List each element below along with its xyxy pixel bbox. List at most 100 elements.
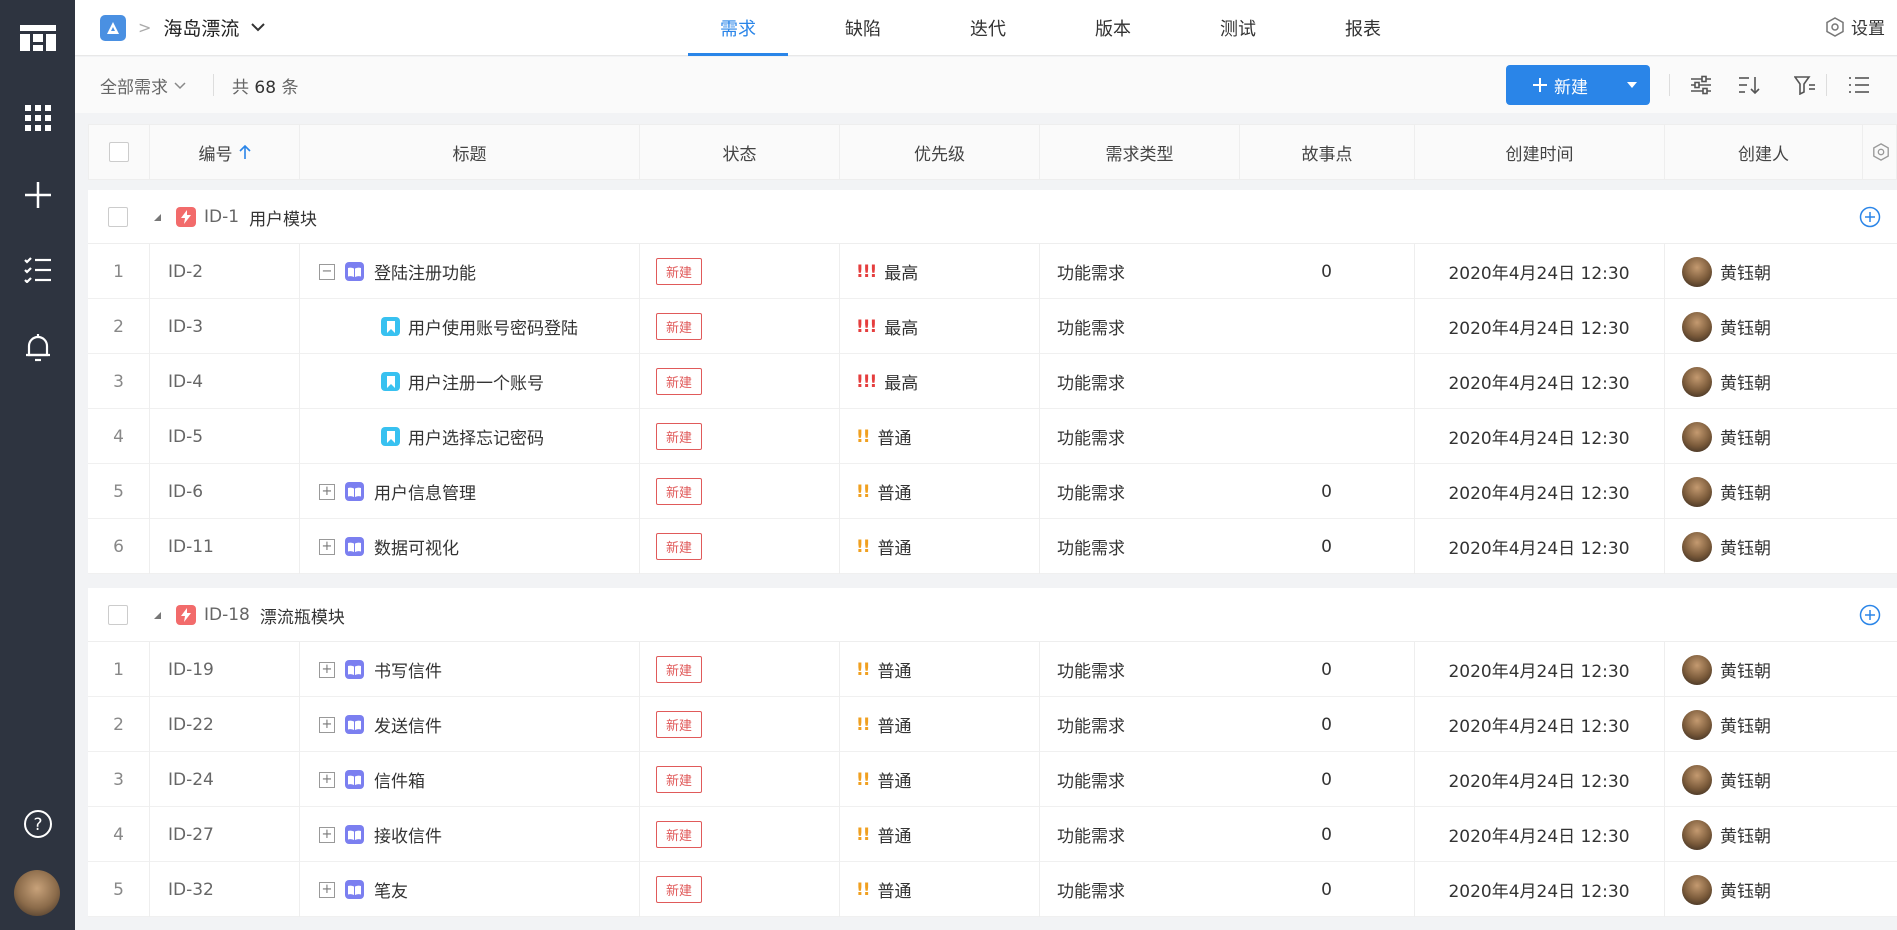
type-cell[interactable]: 功能需求 bbox=[1057, 244, 1237, 299]
item-id[interactable]: ID-24 bbox=[168, 752, 298, 807]
type-cell[interactable]: 功能需求 bbox=[1057, 519, 1237, 574]
new-item-button[interactable]: 新建 bbox=[1506, 65, 1650, 105]
story-points-cell[interactable]: 0 bbox=[1239, 642, 1414, 697]
group-checkbox[interactable] bbox=[108, 605, 128, 625]
item-id[interactable]: ID-19 bbox=[168, 642, 298, 697]
task-list-icon[interactable] bbox=[0, 240, 75, 300]
column-settings-icon[interactable] bbox=[1863, 125, 1897, 179]
header-title[interactable]: 标题 bbox=[300, 125, 640, 179]
add-child-icon[interactable] bbox=[1859, 588, 1881, 642]
type-cell[interactable]: 功能需求 bbox=[1057, 642, 1237, 697]
creator-cell[interactable]: 黄钰朝 bbox=[1682, 354, 1862, 409]
table-row[interactable]: 5 ID-32 + 笔友 新建!! 普通 功能需求 0 2020年4月24日 12:30 黄钰朝 bbox=[88, 862, 1897, 917]
creator-cell[interactable]: 黄钰朝 bbox=[1682, 244, 1862, 299]
table-row[interactable]: 3 ID-4 用户注册一个账号 新建!!! 最高 功能需求 2020年4月24日 12:30… bbox=[88, 354, 1897, 409]
type-cell[interactable]: 功能需求 bbox=[1057, 354, 1237, 409]
tab-requirements[interactable]: 需求 bbox=[688, 0, 788, 56]
new-item-main[interactable]: 新建 bbox=[1506, 73, 1614, 98]
priority-cell[interactable]: !!! 最高 bbox=[856, 299, 1036, 354]
priority-cell[interactable]: !! 普通 bbox=[856, 642, 1036, 697]
priority-cell[interactable]: !! 普通 bbox=[856, 862, 1036, 917]
creator-cell[interactable]: 黄钰朝 bbox=[1682, 519, 1862, 574]
item-id[interactable]: ID-27 bbox=[168, 807, 298, 862]
priority-cell[interactable]: !! 普通 bbox=[856, 752, 1036, 807]
header-points[interactable]: 故事点 bbox=[1240, 125, 1415, 179]
header-type[interactable]: 需求类型 bbox=[1040, 125, 1240, 179]
tab-reports[interactable]: 报表 bbox=[1313, 0, 1413, 56]
status-cell[interactable]: 新建 bbox=[656, 807, 836, 862]
priority-cell[interactable]: !!! 最高 bbox=[856, 354, 1036, 409]
header-created[interactable]: 创建时间 bbox=[1415, 125, 1665, 179]
status-cell[interactable]: 新建 bbox=[656, 409, 836, 464]
status-cell[interactable]: 新建 bbox=[656, 642, 836, 697]
title-cell[interactable]: + 书写信件 bbox=[319, 642, 639, 697]
title-cell[interactable]: 用户选择忘记密码 bbox=[319, 409, 639, 464]
group-title[interactable]: ID-18 漂流瓶模块 bbox=[176, 588, 345, 642]
priority-cell[interactable]: !! 普通 bbox=[856, 464, 1036, 519]
table-row[interactable]: 4 ID-27 + 接收信件 新建!! 普通 功能需求 0 2020年4月24日 12:30 黄钰… bbox=[88, 807, 1897, 862]
select-all-checkbox[interactable] bbox=[109, 142, 129, 162]
title-cell[interactable]: + 信件箱 bbox=[319, 752, 639, 807]
collapse-icon[interactable]: − bbox=[319, 263, 335, 280]
creator-cell[interactable]: 黄钰朝 bbox=[1682, 752, 1862, 807]
item-id[interactable]: ID-2 bbox=[168, 244, 298, 299]
creator-cell[interactable]: 黄钰朝 bbox=[1682, 642, 1862, 697]
table-row[interactable]: 2 ID-3 用户使用账号密码登陆 新建!!! 最高 功能需求 2020年4月24日 12:… bbox=[88, 299, 1897, 354]
view-filter-dropdown[interactable]: 全部需求 bbox=[100, 73, 186, 98]
priority-cell[interactable]: !! 普通 bbox=[856, 807, 1036, 862]
type-cell[interactable]: 功能需求 bbox=[1057, 862, 1237, 917]
title-cell[interactable]: + 接收信件 bbox=[319, 807, 639, 862]
story-points-cell[interactable] bbox=[1239, 354, 1414, 409]
type-cell[interactable]: 功能需求 bbox=[1057, 697, 1237, 752]
table-row[interactable]: 3 ID-24 + 信件箱 新建!! 普通 功能需求 0 2020年4月24日 12:30 黄钰朝 bbox=[88, 752, 1897, 807]
status-cell[interactable]: 新建 bbox=[656, 464, 836, 519]
settings-button[interactable]: 设置 bbox=[1825, 14, 1885, 39]
table-row[interactable]: 4 ID-5 用户选择忘记密码 新建!! 普通 功能需求 2020年4月24日 12:30 黄… bbox=[88, 409, 1897, 464]
story-points-cell[interactable]: 0 bbox=[1239, 752, 1414, 807]
collapse-triangle-icon[interactable] bbox=[152, 588, 162, 642]
status-cell[interactable]: 新建 bbox=[656, 519, 836, 574]
item-id[interactable]: ID-4 bbox=[168, 354, 298, 409]
expand-icon[interactable]: + bbox=[319, 483, 335, 500]
priority-cell[interactable]: !! 普通 bbox=[856, 409, 1036, 464]
story-points-cell[interactable] bbox=[1239, 299, 1414, 354]
creator-cell[interactable]: 黄钰朝 bbox=[1682, 299, 1862, 354]
item-id[interactable]: ID-11 bbox=[168, 519, 298, 574]
sort-icon[interactable] bbox=[1735, 71, 1763, 99]
type-cell[interactable]: 功能需求 bbox=[1057, 464, 1237, 519]
header-creator[interactable]: 创建人 bbox=[1665, 125, 1863, 179]
expand-icon[interactable]: + bbox=[319, 771, 335, 788]
tab-defects[interactable]: 缺陷 bbox=[813, 0, 913, 56]
header-id[interactable]: 编号 bbox=[150, 125, 300, 179]
creator-cell[interactable]: 黄钰朝 bbox=[1682, 862, 1862, 917]
expand-icon[interactable]: + bbox=[319, 826, 335, 843]
creator-cell[interactable]: 黄钰朝 bbox=[1682, 697, 1862, 752]
status-cell[interactable]: 新建 bbox=[656, 354, 836, 409]
tab-iterations[interactable]: 迭代 bbox=[938, 0, 1038, 56]
type-cell[interactable]: 功能需求 bbox=[1057, 299, 1237, 354]
user-avatar[interactable] bbox=[14, 870, 60, 916]
add-icon[interactable] bbox=[0, 165, 75, 225]
expand-icon[interactable]: + bbox=[319, 716, 335, 733]
workspace-logo-icon[interactable] bbox=[0, 8, 75, 68]
title-cell[interactable]: + 发送信件 bbox=[319, 697, 639, 752]
type-cell[interactable]: 功能需求 bbox=[1057, 409, 1237, 464]
header-status[interactable]: 状态 bbox=[640, 125, 840, 179]
creator-cell[interactable]: 黄钰朝 bbox=[1682, 464, 1862, 519]
item-id[interactable]: ID-22 bbox=[168, 697, 298, 752]
tab-testing[interactable]: 测试 bbox=[1188, 0, 1288, 56]
expand-icon[interactable]: + bbox=[319, 538, 335, 555]
table-row[interactable]: 5 ID-6 + 用户信息管理 新建!! 普通 功能需求 0 2020年4月24日 12:30 黄… bbox=[88, 464, 1897, 519]
status-cell[interactable]: 新建 bbox=[656, 299, 836, 354]
title-cell[interactable]: 用户使用账号密码登陆 bbox=[319, 299, 639, 354]
status-cell[interactable]: 新建 bbox=[656, 244, 836, 299]
help-icon[interactable]: ? bbox=[0, 794, 75, 854]
type-cell[interactable]: 功能需求 bbox=[1057, 752, 1237, 807]
item-id[interactable]: ID-32 bbox=[168, 862, 298, 917]
table-row[interactable]: 1 ID-2 − 登陆注册功能 新建!!! 最高 功能需求 0 2020年4月24日 12:30… bbox=[88, 244, 1897, 299]
story-points-cell[interactable]: 0 bbox=[1239, 244, 1414, 299]
story-points-cell[interactable]: 0 bbox=[1239, 807, 1414, 862]
filter-icon[interactable] bbox=[1791, 71, 1819, 99]
priority-cell[interactable]: !! 普通 bbox=[856, 519, 1036, 574]
story-points-cell[interactable]: 0 bbox=[1239, 464, 1414, 519]
